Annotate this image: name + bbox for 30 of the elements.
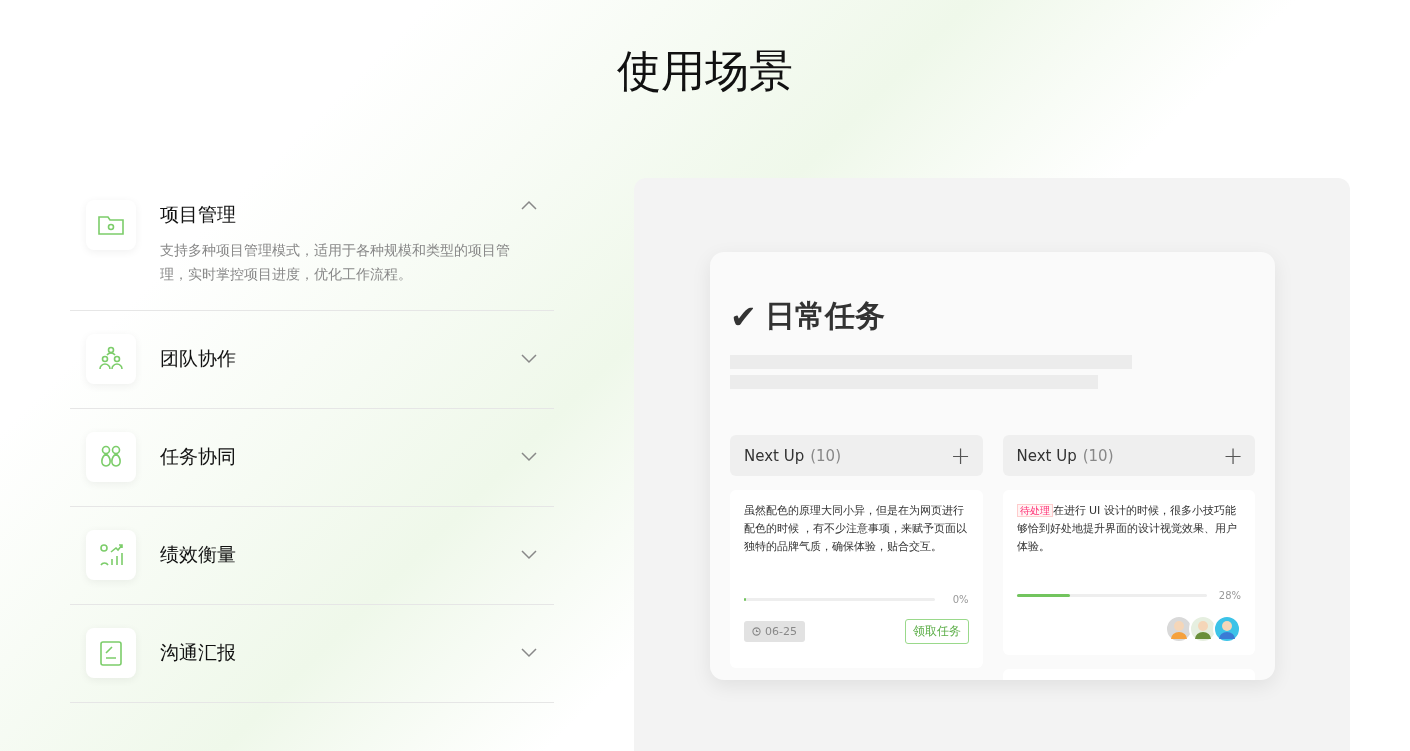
scene-title[interactable]: 沟通汇报 xyxy=(160,640,520,666)
scene-title[interactable]: 绩效衡量 xyxy=(160,542,520,568)
column-count: (10) xyxy=(1082,446,1115,465)
scene-title[interactable]: 任务协同 xyxy=(160,444,520,470)
board-title: 日常任务 xyxy=(764,297,885,335)
chevron-down-icon[interactable] xyxy=(520,550,538,560)
avatar-icon xyxy=(1213,615,1241,643)
due-date: 06-25 xyxy=(765,625,797,638)
scene-title[interactable]: 项目管理 xyxy=(160,202,520,228)
add-button[interactable]: + xyxy=(950,441,971,470)
scene-title[interactable]: 团队协作 xyxy=(160,346,520,372)
column-count: (10) xyxy=(810,446,842,465)
progress-reading: 0% xyxy=(951,594,969,605)
scene-description: 支持多种项目管理模式，适用于各种规模和类型的项目管理，实时掌控项目进度，优化工作流程。 xyxy=(160,241,511,284)
column-name: Next Up xyxy=(1016,446,1077,465)
chevron-down-icon[interactable] xyxy=(520,452,538,462)
status-tag: 待处理 xyxy=(1016,504,1053,517)
check-mark: ✔ xyxy=(730,297,757,336)
avatar-icon xyxy=(1189,615,1217,643)
column-name: Next Up xyxy=(744,446,805,465)
chevron-down-icon[interactable] xyxy=(520,648,538,658)
avatar-icon xyxy=(1165,615,1193,643)
task-text: 待处理 在进行 UI 设计的时候，很多小技巧能够恰到好处地提升界面的设计视觉效果、用户体验。 xyxy=(1016,503,1238,555)
chevron-down-icon[interactable] xyxy=(520,354,538,364)
chevron-up-icon[interactable] xyxy=(520,200,538,210)
add-button[interactable]: + xyxy=(1222,441,1243,470)
progress-reading: 28% xyxy=(1217,590,1241,601)
section-heading: 使用场景 xyxy=(616,44,794,98)
task-text: 虽然配色的原理大同小异，但是在为网页进行配色的时候 ，有不少注意事项，来赋予页面以独特的品牌气质，确保体验，贴合交互。 xyxy=(744,503,969,555)
clock-icon xyxy=(752,627,761,636)
